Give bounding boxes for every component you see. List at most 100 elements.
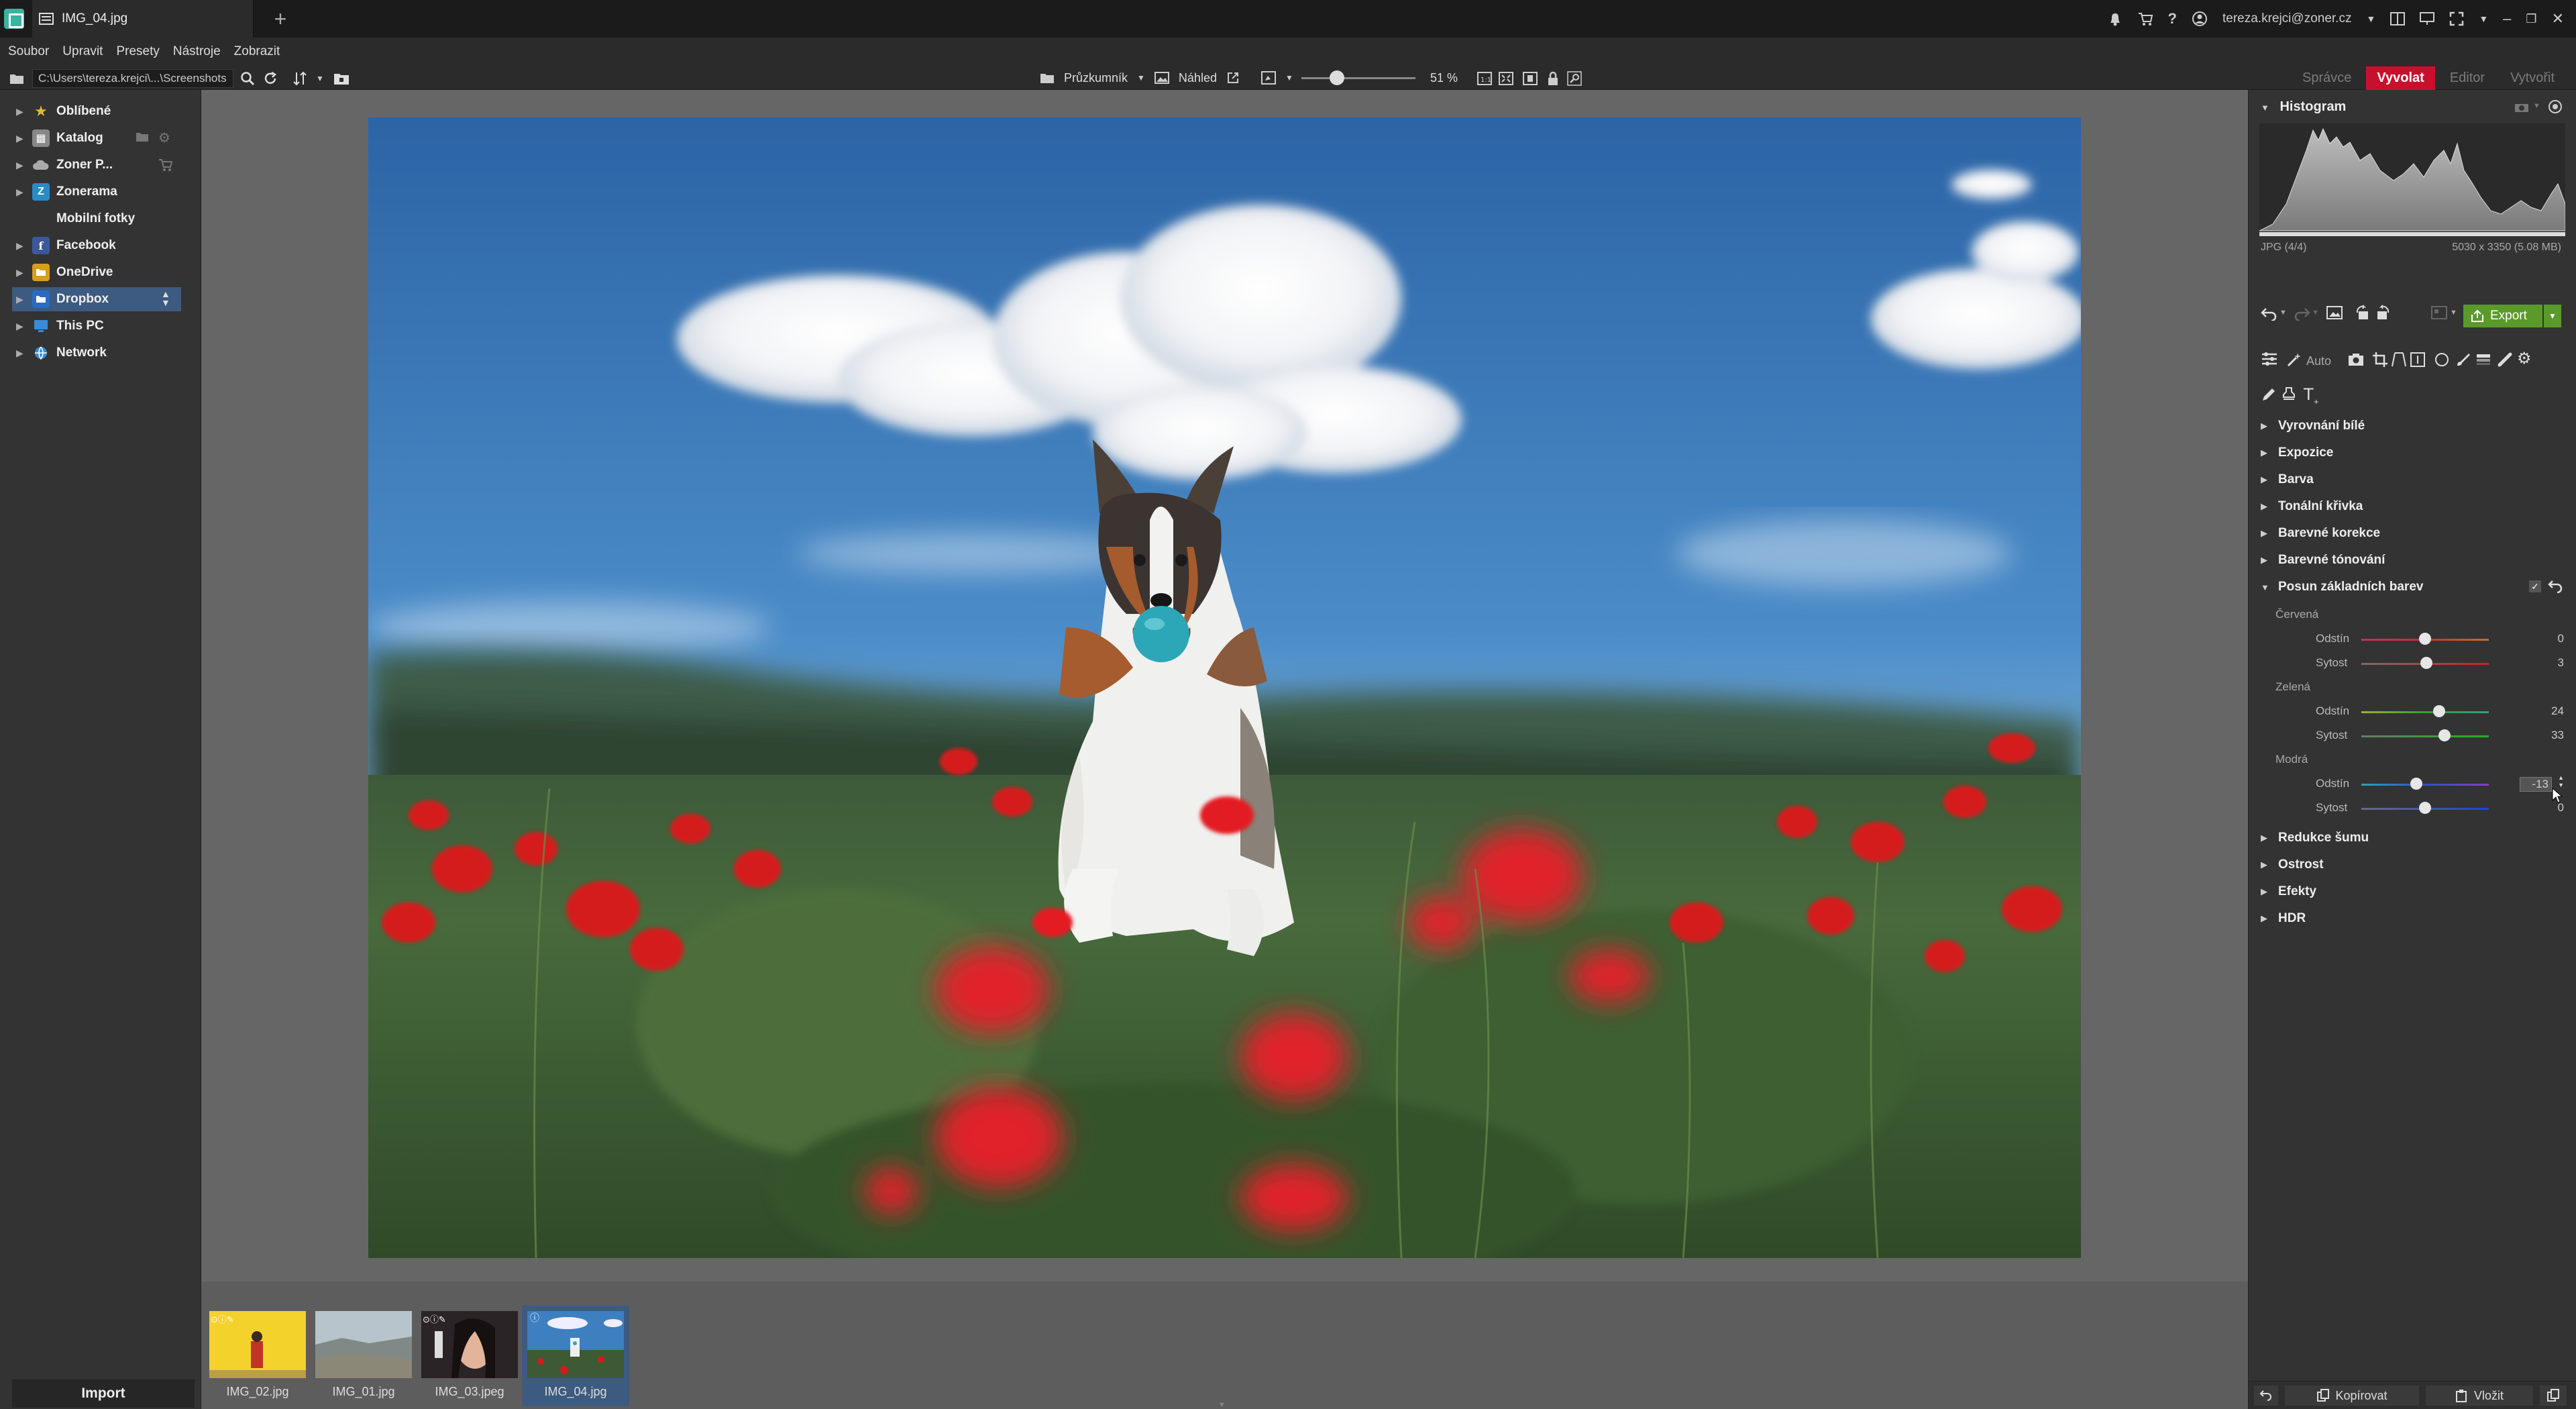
expand-arrow-icon[interactable]: ▶	[16, 187, 25, 198]
slider-value[interactable]: 33	[2524, 729, 2564, 742]
zoom-value[interactable]: 51 %	[1430, 71, 1458, 85]
slider-modra-odstin[interactable]: Odstín -13 ▲ ▼	[2316, 774, 2564, 794]
pen-icon[interactable]	[2261, 386, 2277, 403]
collapse-arrow-icon[interactable]: ▼	[2261, 103, 2269, 113]
auto-button[interactable]: Auto	[2306, 354, 2331, 368]
slider-knob[interactable]	[2419, 633, 2431, 645]
tab-spravce[interactable]: Správce	[2292, 66, 2362, 90]
menu-presety[interactable]: Presety	[116, 44, 159, 59]
expand-arrow-icon[interactable]: ▶	[2261, 886, 2269, 897]
slider-track[interactable]	[2361, 711, 2489, 713]
expand-arrow-icon[interactable]: ▶	[2261, 421, 2269, 431]
straighten-icon[interactable]	[2410, 352, 2426, 368]
collapse-filmstrip-icon[interactable]: ▼	[1218, 1401, 1226, 1409]
expand-arrow-icon[interactable]: ▶	[16, 133, 25, 144]
help-icon[interactable]: ?	[2168, 10, 2177, 28]
chevron-down-icon[interactable]: ▼	[2312, 309, 2319, 317]
healing-brush-icon[interactable]	[2497, 352, 2513, 368]
nav-item-mobilni-fotky[interactable]: Mobilní fotky	[12, 207, 181, 231]
fit-screen-icon[interactable]	[1495, 67, 1517, 90]
expand-arrow-icon[interactable]: ▶	[2261, 501, 2269, 512]
expand-arrow-icon[interactable]: ▶	[2261, 555, 2269, 566]
thumbnail-img-03[interactable]: ⊙ⓘ✎ IMG_03.jpeg	[416, 1306, 523, 1406]
slider-zelena-odstin[interactable]: Odstín 24	[2316, 702, 2564, 722]
tab-vyvolat[interactable]: Vyvolat	[2366, 66, 2435, 90]
dock-icon[interactable]	[2390, 12, 2406, 25]
adjustments-icon[interactable]	[2261, 352, 2278, 366]
reset-icon[interactable]	[2548, 578, 2563, 593]
slider-knob[interactable]	[2410, 778, 2422, 790]
monitor-icon[interactable]	[2420, 12, 2435, 25]
redo-icon[interactable]	[2293, 306, 2310, 321]
gear-icon[interactable]: ⚙	[2517, 349, 2532, 368]
bell-icon[interactable]	[2108, 11, 2123, 26]
sync-arrows-icon[interactable]: ▲ ▼	[161, 289, 170, 307]
new-tab-button[interactable]: +	[267, 5, 294, 32]
presets-icon[interactable]	[2431, 306, 2447, 321]
chevron-down-icon[interactable]: ▼	[1285, 73, 1293, 83]
user-icon[interactable]	[2192, 11, 2208, 27]
chevron-down-icon[interactable]: ▼	[309, 67, 331, 90]
section-barva[interactable]: ▶ Barva	[2261, 468, 2563, 491]
copy-settings-button[interactable]: Kopírovat	[2285, 1386, 2419, 1406]
restore-icon[interactable]: ❐	[2526, 12, 2536, 26]
reset-all-button[interactable]	[2254, 1386, 2278, 1406]
expand-arrow-icon[interactable]: ▶	[16, 240, 25, 252]
menu-zobrazit[interactable]: Zobrazit	[234, 44, 280, 59]
import-button[interactable]: Import	[12, 1379, 195, 1408]
gear-icon[interactable]: ⚙	[158, 129, 170, 146]
nav-item-network[interactable]: ▶ Network	[12, 341, 181, 365]
expand-arrow-icon[interactable]: ▶	[16, 106, 25, 117]
section-redukce-sumu[interactable]: ▶ Redukce šumu	[2261, 827, 2563, 849]
tab-vytvorit[interactable]: Vytvořit	[2500, 66, 2565, 90]
expand-arrow-icon[interactable]: ▶	[2261, 859, 2269, 870]
rotate-right-icon[interactable]	[2375, 305, 2391, 321]
minimize-icon[interactable]: –	[2503, 10, 2511, 28]
export-dropdown[interactable]: ▼	[2544, 305, 2561, 327]
zoom-lens-icon[interactable]	[1563, 67, 1586, 90]
zoom-slider-knob[interactable]	[1330, 70, 1344, 85]
expand-arrow-icon[interactable]: ▶	[16, 321, 25, 332]
slider-knob[interactable]	[2433, 705, 2445, 717]
camera-icon[interactable]	[2348, 353, 2364, 366]
section-barevne-korekce[interactable]: ▶ Barevné korekce	[2261, 522, 2563, 545]
chevron-down-icon[interactable]: ▼	[1137, 73, 1145, 83]
section-tonalni-krivka[interactable]: ▶ Tonální křivka	[2261, 495, 2563, 518]
expand-arrow-icon[interactable]: ▶	[16, 294, 25, 305]
fullscreen-icon[interactable]	[2449, 11, 2464, 26]
expand-arrow-icon[interactable]: ▶	[2261, 833, 2269, 843]
slider-track[interactable]	[2361, 735, 2489, 737]
folder-tree-icon[interactable]	[5, 67, 28, 90]
target-icon[interactable]	[2548, 99, 2563, 114]
slider-value[interactable]: 24	[2524, 704, 2564, 718]
user-email[interactable]: tereza.krejci@zoner.cz	[2222, 11, 2351, 26]
slider-knob[interactable]	[2420, 657, 2432, 669]
folder-add-icon[interactable]	[136, 132, 149, 142]
checkbox-enabled[interactable]: ✓	[2529, 580, 2541, 592]
main-photo[interactable]	[368, 117, 2081, 1258]
collapse-arrow-icon[interactable]: ▼	[2261, 582, 2269, 592]
text-tool-icon[interactable]: T+	[2304, 385, 2319, 406]
actual-size-icon[interactable]: 1:1	[1473, 67, 1496, 90]
slider-knob[interactable]	[2419, 802, 2431, 814]
slider-track[interactable]	[2361, 784, 2489, 786]
menu-nastroje[interactable]: Nástroje	[173, 44, 221, 59]
slider-value-input[interactable]: -13	[2520, 777, 2552, 792]
slider-zelena-sytost[interactable]: Sytost 33	[2316, 726, 2564, 746]
nav-item-this-pc[interactable]: ▶ This PC	[12, 314, 181, 338]
slider-knob[interactable]	[2438, 729, 2451, 741]
cart-icon[interactable]	[158, 158, 173, 172]
section-ostrost[interactable]: ▶ Ostrost	[2261, 853, 2563, 876]
undo-icon[interactable]	[2261, 306, 2278, 321]
cart-icon[interactable]	[2137, 11, 2153, 26]
crop-icon[interactable]	[2372, 352, 2388, 368]
paste-settings-button[interactable]: Vložit	[2426, 1386, 2533, 1406]
close-icon[interactable]: ✕	[2552, 10, 2564, 28]
expand-arrow-icon[interactable]: ▶	[2261, 528, 2269, 539]
external-link-icon[interactable]	[1226, 71, 1240, 85]
stamp-icon[interactable]	[2281, 386, 2297, 403]
export-button[interactable]: Export	[2463, 305, 2542, 327]
document-tab[interactable]: IMG_04.jpg	[32, 0, 254, 38]
expand-arrow-icon[interactable]: ▶	[16, 160, 25, 171]
perspective-icon[interactable]	[2391, 352, 2407, 368]
